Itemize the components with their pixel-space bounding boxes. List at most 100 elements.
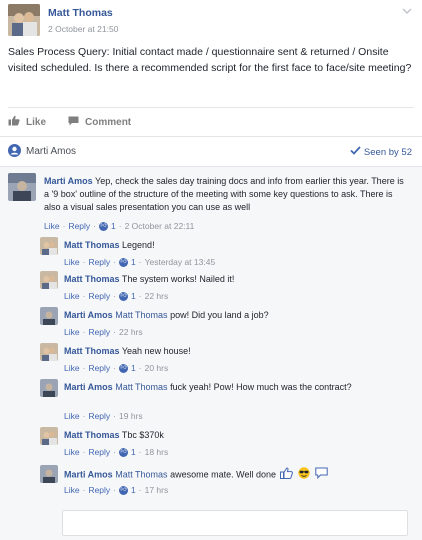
comment-like-link[interactable]: Like <box>44 221 60 231</box>
reply-author[interactable]: Matt Thomas <box>64 274 120 284</box>
viewer-bar: Marti Amos Seen by 52 <box>0 140 422 164</box>
reply-like-link[interactable]: Like <box>64 327 80 337</box>
like-badge-icon: 👍︎ <box>119 257 129 267</box>
speech-bubble-emoji-icon <box>314 467 328 483</box>
like-button[interactable]: Like <box>8 114 46 130</box>
seen-by-label: Seen by 52 <box>363 146 412 158</box>
reply-meta: Like · Reply · 19 hrs <box>64 411 143 421</box>
reply-body: fuck yeah! Pow! How much was the contrac… <box>170 382 352 392</box>
reply-timestamp[interactable]: 19 hrs <box>119 411 143 421</box>
post-header: Matt Thomas 2 October at 21:50 <box>8 4 414 36</box>
reply-body: Yeah new house! <box>121 346 191 356</box>
comment-meta: Like · Reply · 👍︎ 1 · 2 October at 22:11 <box>44 221 195 231</box>
reply-avatar[interactable] <box>40 237 58 255</box>
reply-avatar[interactable] <box>40 427 58 445</box>
viewer-avatar-icon <box>8 144 21 159</box>
thumbs-up-emoji-icon <box>280 467 294 483</box>
reply-like-count[interactable]: 1 <box>131 257 136 267</box>
comment-button[interactable]: Comment <box>68 114 131 130</box>
reply: Matt Thomas Tbc $370k Like · Reply · 👍︎ 1 ·… <box>40 427 412 461</box>
reply-author[interactable]: Marti Amos <box>64 310 113 320</box>
reply-mention[interactable]: Matt Thomas <box>115 310 167 320</box>
reply-like-count[interactable]: 1 <box>131 291 136 301</box>
reply-reply-link[interactable]: Reply <box>88 411 110 421</box>
reply: Marti Amos Matt Thomas fuck yeah! Pow! H… <box>40 379 412 425</box>
reply-like-link[interactable]: Like <box>64 485 80 495</box>
reply-like-link[interactable]: Like <box>64 363 80 373</box>
like-label: Like <box>26 116 47 128</box>
reply-meta: Like · Reply · 👍︎ 1 · 22 hrs <box>64 291 169 301</box>
comment-like-count[interactable]: 1 <box>111 221 116 231</box>
like-badge-icon: 👍︎ <box>119 447 129 457</box>
reply-like-count[interactable]: 1 <box>131 485 136 495</box>
post-body-text: Sales Process Query: Initial contact mad… <box>8 46 412 74</box>
reply-author[interactable]: Marti Amos <box>64 469 113 479</box>
reply-text: Marti Amos Matt Thomas fuck yeah! Pow! H… <box>64 381 364 394</box>
reply-author[interactable]: Marti Amos <box>64 382 113 392</box>
reply-reply-link[interactable]: Reply <box>88 485 110 495</box>
reply-text: Matt Thomas Tbc $370k <box>64 429 404 442</box>
post-timestamp[interactable]: 2 October at 21:50 <box>48 24 118 34</box>
author-avatar[interactable] <box>8 4 40 36</box>
chevron-down-icon[interactable] <box>402 7 412 18</box>
comment-author[interactable]: Marti Amos <box>44 176 93 186</box>
seen-by-link[interactable]: Seen by 52 <box>350 146 412 158</box>
reply-reply-link[interactable]: Reply <box>88 291 110 301</box>
reply-reply-link[interactable]: Reply <box>88 327 110 337</box>
reply-text: Matt Thomas Legend! <box>64 239 404 252</box>
comment-reply-link[interactable]: Reply <box>68 221 90 231</box>
viewer-name[interactable]: Marti Amos <box>26 146 76 157</box>
reply: Matt Thomas The system works! Nailed it!… <box>40 271 412 305</box>
divider <box>8 107 414 108</box>
viewer-info: Marti Amos <box>8 144 76 159</box>
comment-icon <box>68 116 79 129</box>
comment-label: Comment <box>85 116 132 128</box>
reply-meta: Like · Reply · 👍︎ 1 · 20 hrs <box>64 363 169 373</box>
reply-reply-link[interactable]: Reply <box>88 257 110 267</box>
reply-like-count[interactable]: 1 <box>131 363 136 373</box>
like-badge-icon: 👍︎ <box>119 291 129 301</box>
reply-meta: Like · Reply · 👍︎ 1 · 18 hrs <box>64 447 169 457</box>
reply-timestamp[interactable]: 22 hrs <box>119 327 143 337</box>
reply-author[interactable]: Matt Thomas <box>64 240 120 250</box>
reply-avatar[interactable] <box>40 465 58 483</box>
reply-author[interactable]: Matt Thomas <box>64 346 120 356</box>
sunglasses-emoji-icon <box>298 467 310 483</box>
reply-avatar[interactable] <box>40 271 58 289</box>
seen-check-icon <box>350 146 361 158</box>
post-author-name[interactable]: Matt Thomas <box>48 7 113 19</box>
reply-author[interactable]: Matt Thomas <box>64 430 120 440</box>
reply-like-link[interactable]: Like <box>64 291 80 301</box>
reply-mention[interactable]: Matt Thomas <box>115 382 167 392</box>
reply-reply-link[interactable]: Reply <box>88 363 110 373</box>
reply-avatar[interactable] <box>40 379 58 397</box>
reply-meta: Like · Reply · 👍︎ 1 · Yesterday at 13:45 <box>64 257 216 267</box>
comment-timestamp[interactable]: 2 October at 22:11 <box>125 221 195 231</box>
comments-section: Marti Amos Yep, check the sales day trai… <box>0 166 422 540</box>
reply-meta: Like · Reply · 👍︎ 1 · 17 hrs <box>64 485 169 495</box>
reply-timestamp[interactable]: 17 hrs <box>145 485 169 495</box>
reply-avatar[interactable] <box>40 343 58 361</box>
reply-avatar[interactable] <box>40 307 58 325</box>
reply-body: pow! Did you land a job? <box>170 310 269 320</box>
reply-timestamp[interactable]: 20 hrs <box>145 363 169 373</box>
reply-like-count[interactable]: 1 <box>131 447 136 457</box>
reply-mention[interactable]: Matt Thomas <box>115 469 167 479</box>
reply-timestamp[interactable]: Yesterday at 13:45 <box>145 257 216 267</box>
reply-body: Legend! <box>122 240 155 250</box>
comment-text: Marti Amos Yep, check the sales day trai… <box>44 175 406 214</box>
reply-like-link[interactable]: Like <box>64 411 80 421</box>
commenter-avatar[interactable] <box>8 173 36 201</box>
reply-timestamp[interactable]: 18 hrs <box>145 447 169 457</box>
like-badge-icon: 👍︎ <box>119 363 129 373</box>
post-actions: Like Comment <box>8 114 131 130</box>
reply-body: The system works! Nailed it! <box>121 274 235 284</box>
thumbs-up-icon <box>8 115 20 129</box>
reply-timestamp[interactable]: 22 hrs <box>145 291 169 301</box>
reply-like-link[interactable]: Like <box>64 447 80 457</box>
like-badge-icon: 👍︎ <box>99 221 109 231</box>
reply-reply-link[interactable]: Reply <box>88 447 110 457</box>
reply-meta: Like · Reply · 22 hrs <box>64 327 143 337</box>
reply-input[interactable] <box>62 510 408 536</box>
reply-like-link[interactable]: Like <box>64 257 80 267</box>
